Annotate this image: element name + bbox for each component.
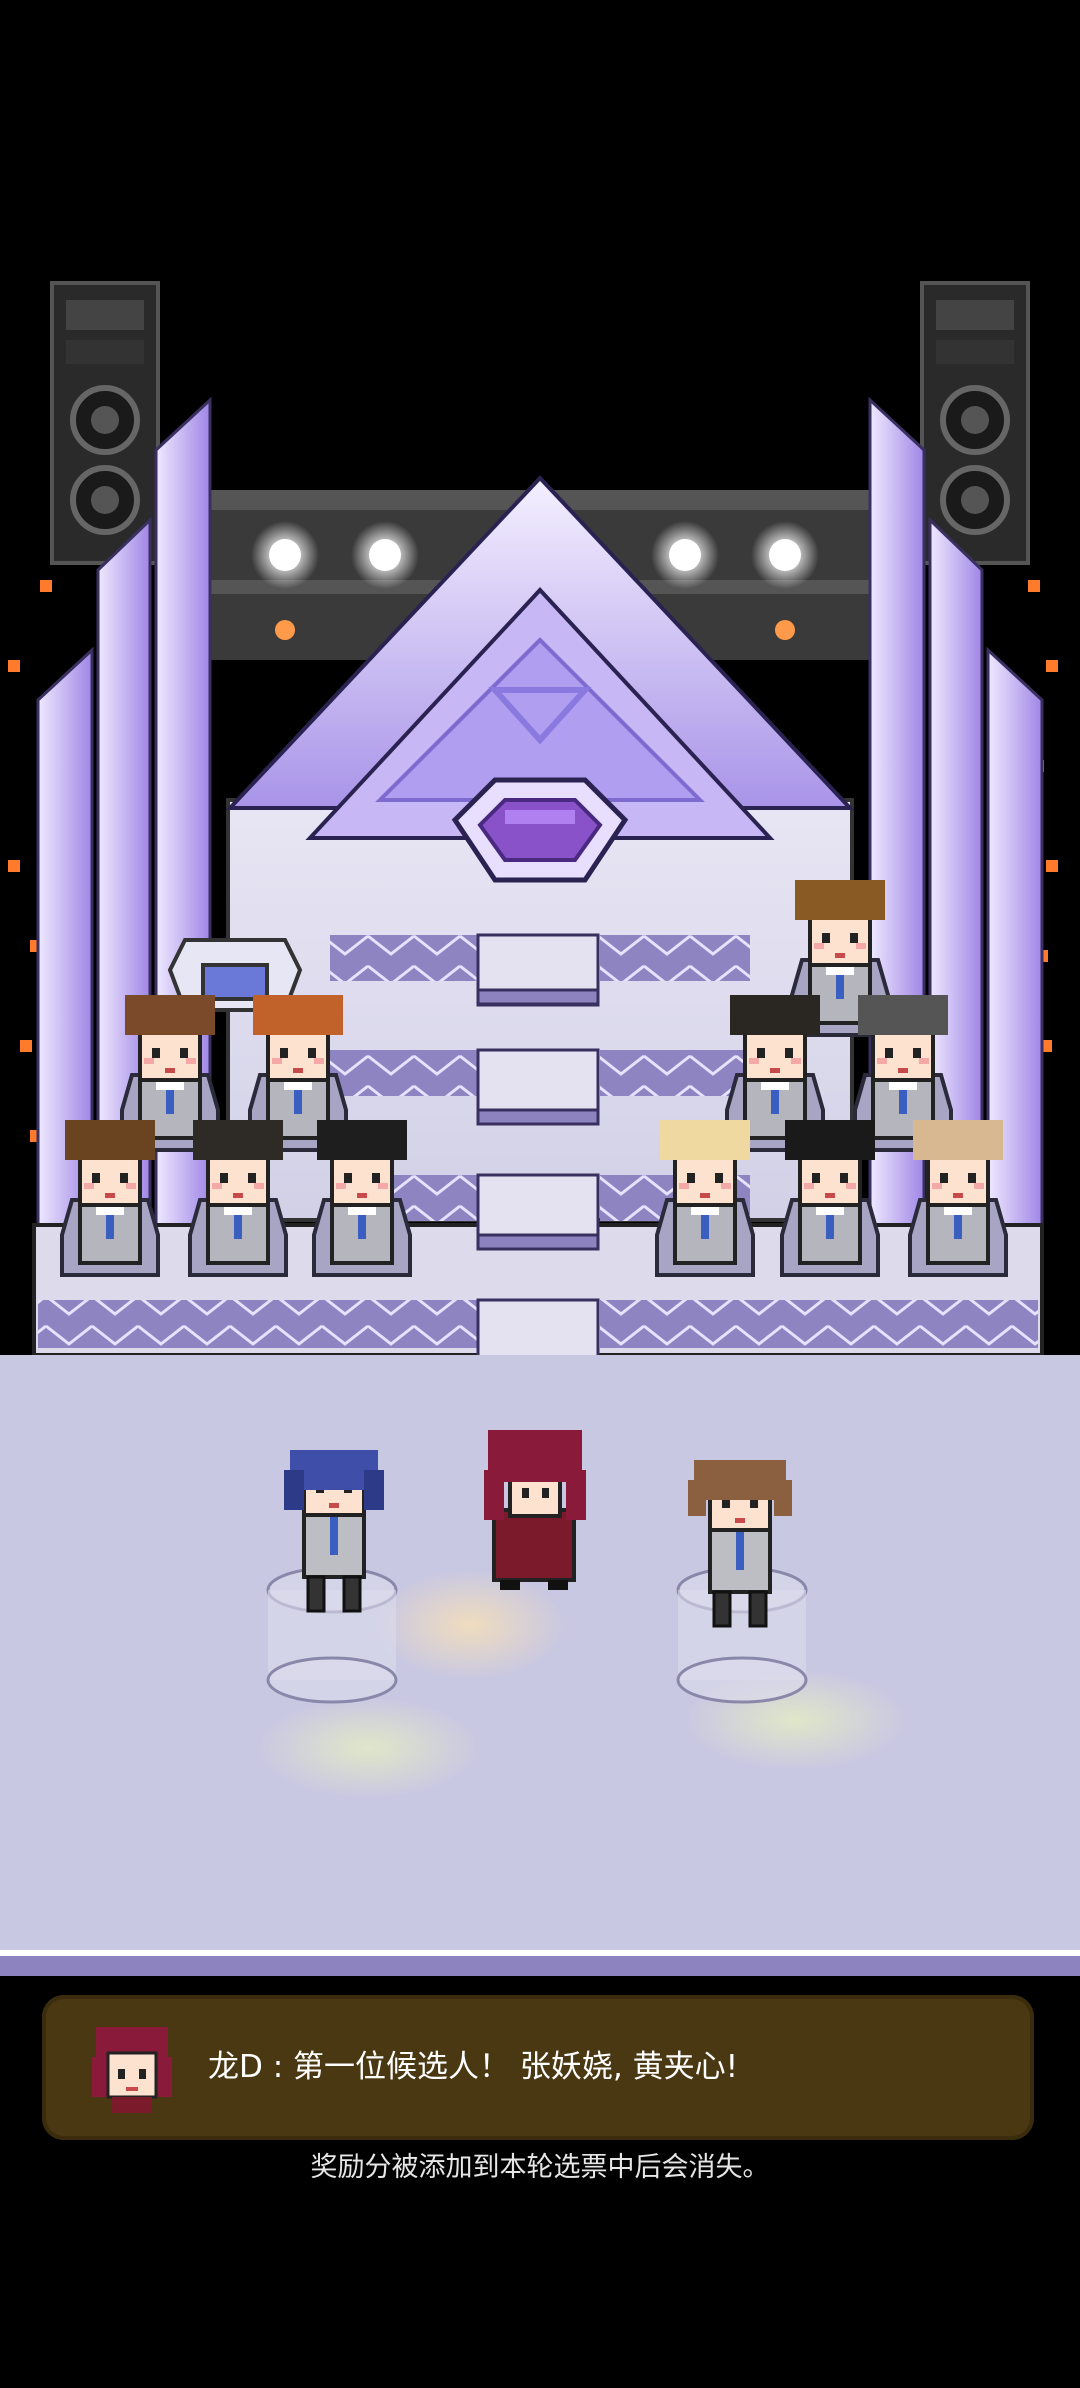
hint-text: 奖励分被添加到本轮选票中后会消失。 [310, 2152, 770, 2183]
spotlight-center [375, 1570, 565, 1680]
podium-left [266, 1566, 398, 1704]
host-portrait-icon [92, 2027, 172, 2113]
dialog-separator: : [262, 2049, 294, 2085]
dialog-message: 第一位候选人！ 张妖娆, 黄夹心! [293, 2049, 739, 2085]
speaker-left [50, 281, 160, 565]
host-character [484, 1430, 586, 1590]
spotlight-left [258, 1698, 478, 1798]
dialog-box[interactable]: 龙D : 第一位候选人！ 张妖娆, 黄夹心! [42, 1995, 1034, 2140]
dialog-text: 龙D : 第一位候选人！ 张妖娆, 黄夹心! [208, 1995, 738, 2140]
speaker-right [920, 281, 1030, 565]
dialog-speaker: 龙D [208, 2049, 263, 2085]
